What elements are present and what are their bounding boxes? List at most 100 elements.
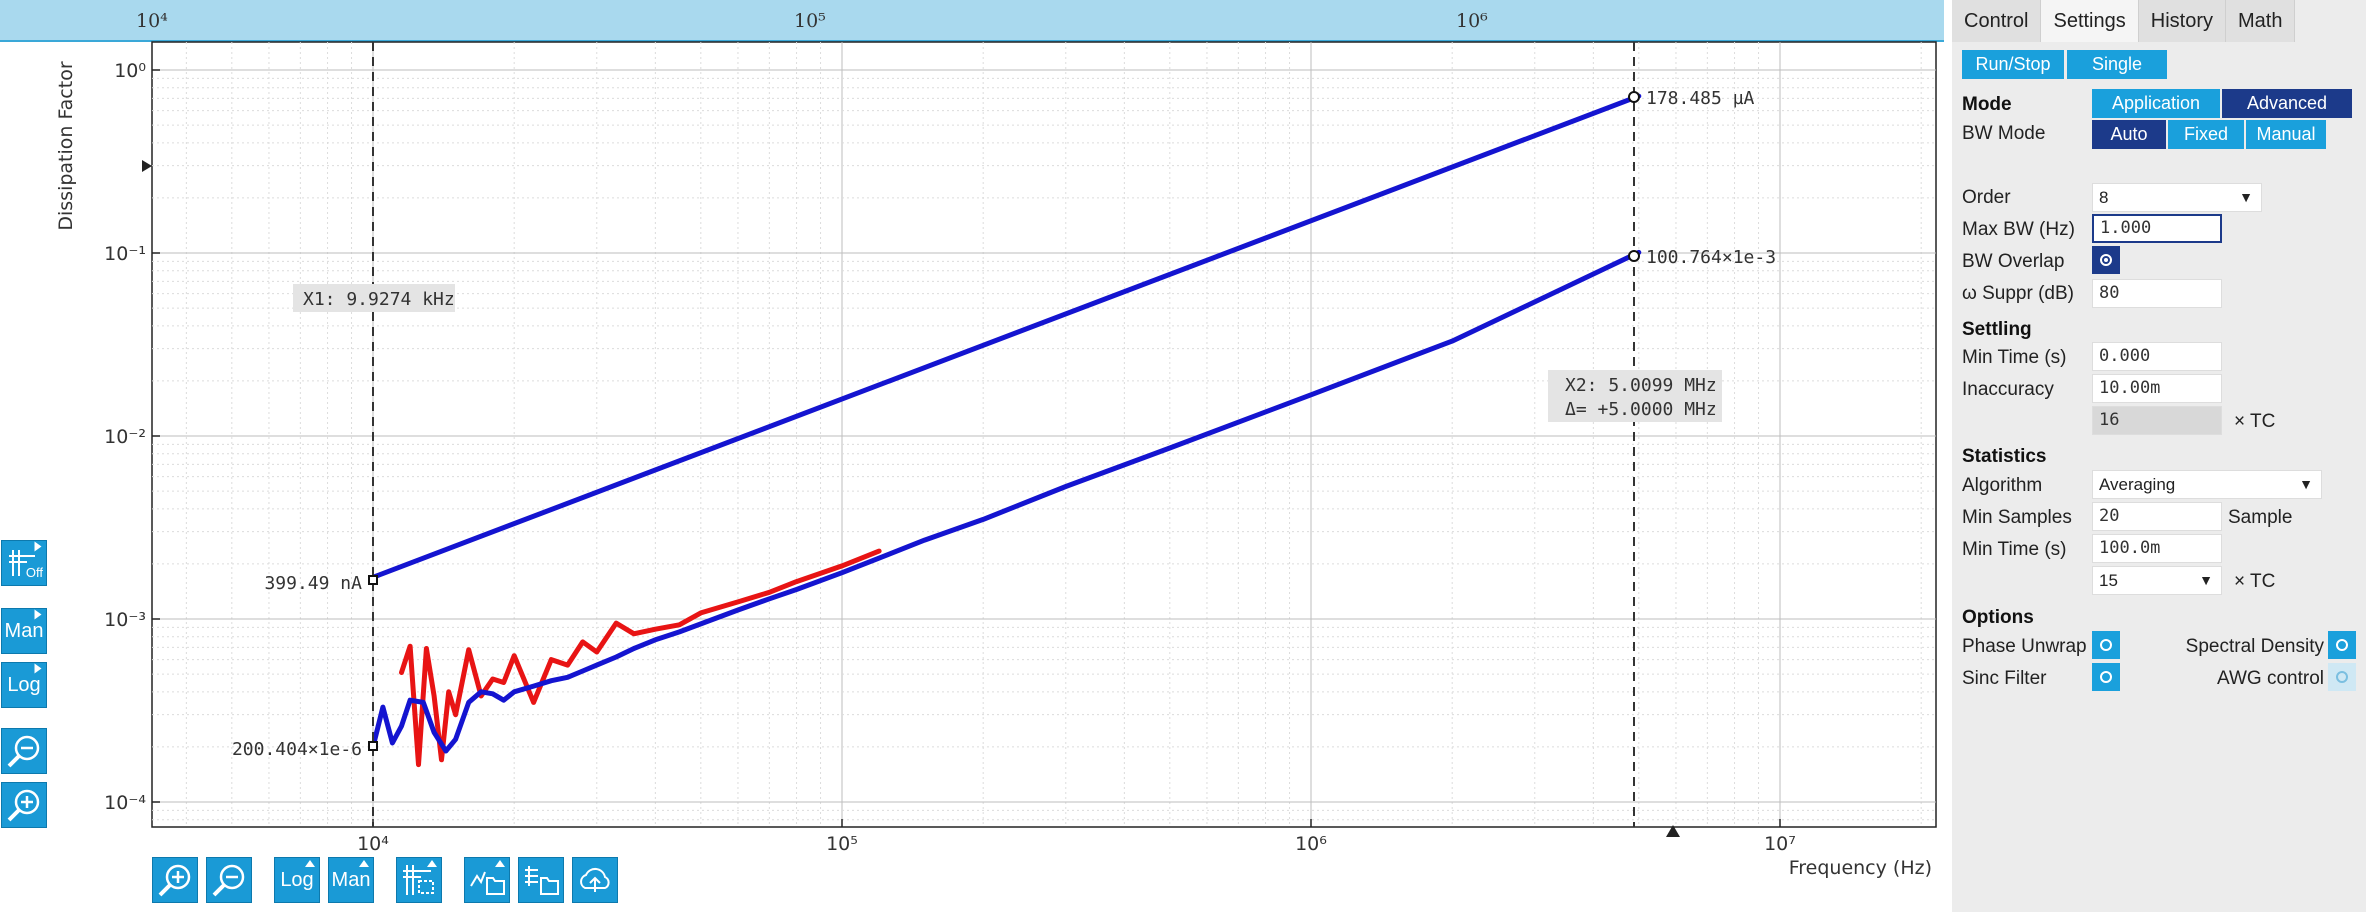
x-zoom-out-button[interactable]	[206, 857, 252, 903]
x-tick-label: 10⁴	[357, 833, 389, 855]
save-table-icon	[525, 866, 559, 895]
order-value: 8	[2099, 188, 2109, 207]
bw-overlap-toggle[interactable]	[2092, 246, 2120, 274]
y-tick-label: 10⁻³	[104, 609, 146, 631]
options-label: Options	[1962, 607, 2034, 628]
radio-ring-icon	[2100, 639, 2112, 651]
marker-lower-right[interactable]	[1628, 250, 1640, 262]
top-axis-tick: 10⁴	[136, 10, 168, 32]
marker-upper-left-value: 399.49 nA	[264, 573, 362, 594]
radio-ring-icon	[2100, 671, 2112, 683]
save-table-button[interactable]	[518, 857, 564, 903]
y-axis-label: Dissipation Factor	[55, 61, 77, 230]
x-axis-label: Frequency (Hz)	[1789, 857, 1932, 879]
y-scale-log-button[interactable]: Log	[1, 662, 47, 708]
awg-control-toggle	[2328, 663, 2356, 691]
mode-advanced-button[interactable]: Advanced	[2222, 89, 2352, 118]
bw-mode-label: BW Mode	[1962, 123, 2046, 144]
algorithm-label: Algorithm	[1962, 475, 2043, 496]
stats-tc-select[interactable]: 15 ▼	[2092, 566, 2222, 595]
man-label: Man	[331, 868, 371, 891]
algorithm-select[interactable]: Averaging ▼	[2092, 470, 2322, 499]
marker-upper-right[interactable]	[1628, 91, 1640, 103]
sinc-filter-toggle[interactable]	[2092, 663, 2120, 691]
dropdown-arrow-icon: ▼	[2299, 476, 2313, 492]
y-zoom-in-button[interactable]	[1, 782, 47, 828]
bode-plot[interactable]: Dissipation Factor Frequency (Hz) 10⁰ 10…	[0, 40, 1944, 912]
sample-unit: Sample	[2228, 507, 2293, 528]
cursor-toggle-button[interactable]: Off	[1, 540, 47, 586]
y-scroll-arrow[interactable]	[142, 160, 152, 172]
cursor-grid-icon	[403, 865, 434, 895]
algorithm-value: Averaging	[2099, 475, 2176, 494]
chevron-right-icon	[34, 663, 42, 674]
bw-manual-button[interactable]: Manual	[2246, 120, 2326, 149]
zoom-out-icon	[212, 864, 245, 897]
stats-min-time-label: Min Time (s)	[1962, 539, 2067, 560]
spectral-density-toggle[interactable]	[2328, 631, 2356, 659]
phase-unwrap-toggle[interactable]	[2092, 631, 2120, 659]
tab-history[interactable]: History	[2138, 0, 2226, 42]
chevron-right-icon	[34, 609, 42, 620]
order-select[interactable]: 8 ▼	[2092, 183, 2262, 212]
marker-upper-left[interactable]	[368, 575, 378, 585]
run-stop-button[interactable]: Run/Stop	[1962, 50, 2064, 79]
mode-application-button[interactable]: Application	[2092, 89, 2220, 118]
cloud-upload-button[interactable]	[572, 857, 618, 903]
min-samples-input[interactable]: 20	[2092, 502, 2222, 531]
phase-unwrap-label: Phase Unwrap	[1962, 636, 2087, 657]
max-bw-label: Max BW (Hz)	[1962, 219, 2075, 240]
marker-lower-left[interactable]	[368, 741, 378, 751]
save-plot-button[interactable]	[464, 857, 510, 903]
omega-suppr-input[interactable]: 80	[2092, 279, 2222, 308]
x-zoom-in-button[interactable]	[152, 857, 198, 903]
zoom-in-icon	[7, 789, 40, 822]
spectral-density-label: Spectral Density	[2185, 636, 2324, 657]
marker-lower-right-value: 100.764×1e-3	[1646, 247, 1776, 268]
log-label: Log	[280, 868, 314, 891]
y-tick-label: 10⁰	[114, 60, 146, 82]
cursor-mode-button[interactable]	[396, 857, 442, 903]
sinc-filter-label: Sinc Filter	[1962, 668, 2047, 689]
inaccuracy-input[interactable]: 10.00m	[2092, 374, 2222, 403]
dropdown-arrow-icon: ▼	[2199, 572, 2213, 588]
chevron-up-icon	[495, 860, 505, 867]
cursor-x2-label: X2: 5.0099 MHz	[1565, 375, 1717, 396]
tab-math[interactable]: Math	[2225, 0, 2296, 42]
settling-label: Settling	[1962, 319, 2032, 340]
max-bw-input[interactable]: 1.000	[2092, 214, 2222, 243]
awg-control-label: AWG control	[2217, 668, 2324, 689]
stats-min-time-input[interactable]: 100.0m	[2092, 534, 2222, 563]
statistics-label: Statistics	[1962, 446, 2047, 467]
marker-upper-right-value: 178.485 µA	[1646, 88, 1755, 109]
settling-min-time-input[interactable]: 0.000	[2092, 342, 2222, 371]
chevron-up-icon	[305, 860, 315, 867]
y-scale-man-button[interactable]: Man	[1, 608, 47, 654]
bw-overlap-label: BW Overlap	[1962, 251, 2065, 272]
x-tick-label: 10⁷	[1764, 833, 1796, 855]
top-overview-axis[interactable]: 10⁴ 10⁵ 10⁶	[0, 0, 1944, 42]
cloud-upload-icon	[580, 867, 610, 892]
chevron-up-icon	[427, 860, 437, 867]
x-scale-log-button[interactable]: Log	[274, 857, 320, 903]
tab-control[interactable]: Control	[1952, 0, 2042, 42]
order-label: Order	[1962, 187, 2011, 208]
x-scale-man-button[interactable]: Man	[328, 857, 374, 903]
zoom-out-icon	[7, 735, 40, 768]
bw-auto-button[interactable]: Auto	[2092, 120, 2166, 149]
settling-min-time-label: Min Time (s)	[1962, 347, 2067, 368]
settling-tc-field: 16	[2092, 406, 2222, 435]
chevron-up-icon	[359, 860, 369, 867]
plot-area[interactable]	[151, 41, 1937, 828]
tab-settings[interactable]: Settings	[2041, 0, 2139, 42]
bw-fixed-button[interactable]: Fixed	[2168, 120, 2244, 149]
x-tick-label: 10⁵	[826, 833, 858, 855]
top-axis-tick: 10⁶	[1456, 10, 1488, 32]
y-zoom-out-button[interactable]	[1, 728, 47, 774]
stats-tc-unit: × TC	[2234, 571, 2276, 592]
x-tick-label: 10⁶	[1295, 833, 1327, 855]
cursor-delta-label: Δ= +5.0000 MHz	[1565, 399, 1717, 420]
single-button[interactable]: Single	[2067, 50, 2167, 79]
man-label: Man	[4, 619, 44, 642]
cursor-off-label: Off	[25, 565, 43, 580]
